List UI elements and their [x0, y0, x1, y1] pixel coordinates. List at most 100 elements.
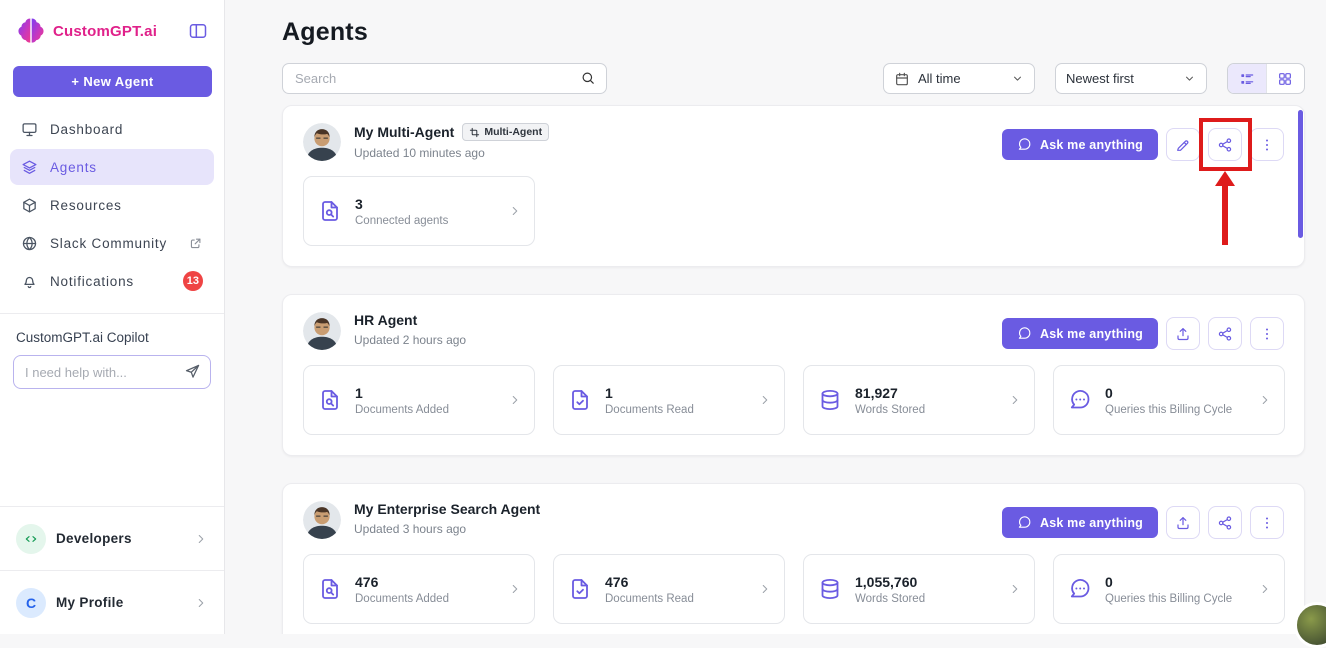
- stat-card[interactable]: 476 Documents Read: [553, 554, 785, 624]
- agent-list: My Multi-Agent Multi-Agent Updated 10 mi…: [282, 105, 1305, 634]
- sidebar-item-resources[interactable]: Resources: [10, 187, 214, 223]
- stat-card[interactable]: 81,927 Words Stored: [803, 365, 1035, 435]
- agent-card-header: My Multi-Agent Multi-Agent Updated 10 mi…: [303, 123, 1284, 161]
- toolbar-filters: All time Newest first: [883, 63, 1305, 94]
- bell-icon: [21, 273, 38, 290]
- agent-stats-row: 476 Documents Added 476 Documents Read 1…: [303, 554, 1285, 624]
- sidebar-nav: Dashboard Agents Resources Slack Communi…: [0, 111, 224, 299]
- ask-me-anything-button[interactable]: Ask me anything: [1001, 129, 1158, 160]
- copilot-title: CustomGPT.ai Copilot: [16, 330, 149, 345]
- chevron-right-icon: [1008, 393, 1022, 407]
- main-content: Agents All time Newest first: [225, 0, 1326, 634]
- agent-updated-text: Updated 2 hours ago: [354, 333, 467, 347]
- sidebar-toggle-icon[interactable]: [188, 21, 208, 41]
- stat-value: 0: [1105, 573, 1113, 590]
- notification-count-badge: 13: [182, 271, 203, 291]
- stat-label: Words Stored: [855, 403, 926, 416]
- edit-button[interactable]: [1166, 128, 1200, 161]
- list-view-icon: [1239, 71, 1255, 87]
- scrollbar-thumb[interactable]: [1298, 110, 1303, 238]
- chevron-right-icon: [194, 596, 208, 610]
- stat-label: Documents Read: [605, 403, 694, 416]
- chevron-right-icon: [194, 532, 208, 546]
- copilot-input[interactable]: [13, 355, 211, 389]
- chat-widget-avatar[interactable]: [1294, 602, 1326, 648]
- copilot-input-wrap: [13, 355, 211, 389]
- chevron-down-icon: [1183, 72, 1196, 85]
- copilot-section: CustomGPT.ai Copilot: [0, 314, 224, 389]
- stat-value: 3: [355, 195, 363, 212]
- share-button[interactable]: [1208, 506, 1242, 539]
- chevron-right-icon: [1008, 582, 1022, 596]
- stat-card[interactable]: 1 Documents Added: [303, 365, 535, 435]
- chevron-down-icon: [1011, 72, 1024, 85]
- customgpt-logo[interactable]: CustomGPT.ai: [16, 16, 157, 46]
- list-view-button[interactable]: [1228, 64, 1266, 93]
- footer-item-label: Developers: [56, 531, 132, 546]
- stat-card[interactable]: 1,055,760 Words Stored: [803, 554, 1035, 624]
- doc-search-icon: [318, 199, 342, 223]
- upload-icon: [1175, 515, 1191, 531]
- sidebar-item-agents[interactable]: Agents: [10, 149, 214, 185]
- ask-me-anything-button[interactable]: Ask me anything: [1001, 318, 1158, 349]
- stat-label: Queries this Billing Cycle: [1105, 592, 1233, 605]
- ask-me-anything-button[interactable]: Ask me anything: [1001, 507, 1158, 538]
- multi-agent-badge: Multi-Agent: [462, 123, 550, 141]
- more-options-button[interactable]: [1250, 317, 1284, 350]
- chevron-right-icon: [758, 393, 772, 407]
- stat-value: 81,927: [855, 384, 898, 401]
- upload-button[interactable]: [1166, 506, 1200, 539]
- upload-icon: [1175, 326, 1191, 342]
- agent-card: HR Agent Updated 2 hours ago Ask me anyt…: [282, 294, 1305, 456]
- grid-view-button[interactable]: [1265, 64, 1305, 93]
- app-root: CustomGPT.ai + New Agent Dashboard Agent…: [0, 0, 1326, 634]
- agent-card: My Enterprise Search Agent Updated 3 hou…: [282, 483, 1305, 634]
- database-icon: [818, 388, 842, 412]
- chevron-right-icon: [508, 393, 522, 407]
- search-input[interactable]: [282, 63, 607, 94]
- stat-card[interactable]: 476 Documents Added: [303, 554, 535, 624]
- doc-search-icon: [318, 577, 342, 601]
- stat-value: 476: [355, 573, 379, 590]
- share-icon: [1217, 326, 1233, 342]
- more-options-button[interactable]: [1250, 506, 1284, 539]
- sidebar-item-developers[interactable]: Developers: [0, 506, 224, 570]
- stat-label: Documents Added: [355, 403, 449, 416]
- share-button[interactable]: [1208, 128, 1242, 161]
- logo-text: CustomGPT.ai: [53, 22, 158, 40]
- send-icon[interactable]: [184, 363, 201, 380]
- sidebar: CustomGPT.ai + New Agent Dashboard Agent…: [0, 0, 225, 634]
- sidebar-item-my-profile[interactable]: C My Profile: [0, 570, 224, 634]
- agent-card: My Multi-Agent Multi-Agent Updated 10 mi…: [282, 105, 1305, 267]
- more-options-button[interactable]: [1250, 128, 1284, 161]
- time-filter-dropdown[interactable]: All time: [883, 63, 1035, 94]
- share-button[interactable]: [1208, 317, 1242, 350]
- brain-logo-icon: [16, 16, 46, 46]
- sidebar-item-dashboard[interactable]: Dashboard: [10, 111, 214, 147]
- sidebar-item-notifications[interactable]: Notifications 13: [10, 263, 214, 299]
- sidebar-item-slack-community[interactable]: Slack Community: [10, 225, 214, 261]
- stat-card[interactable]: 3 Connected agents: [303, 176, 535, 246]
- chat-bubble-icon: [1017, 137, 1032, 152]
- nav-item-label: Notifications: [50, 273, 134, 289]
- profile-avatar: C: [16, 587, 46, 618]
- ask-button-label: Ask me anything: [1039, 326, 1143, 341]
- stat-card[interactable]: 0 Queries this Billing Cycle: [1053, 554, 1285, 624]
- stat-card[interactable]: 1 Documents Read: [553, 365, 785, 435]
- agent-actions: Ask me anything: [1001, 128, 1284, 161]
- agent-actions: Ask me anything: [1001, 506, 1284, 539]
- code-icon-circle: [16, 523, 46, 554]
- agent-stats-row: 1 Documents Added 1 Documents Read 81,92…: [303, 365, 1285, 435]
- agent-updated-text: Updated 3 hours ago: [354, 522, 467, 536]
- time-filter-value: All time: [918, 71, 961, 86]
- dots-icon: [1259, 137, 1275, 153]
- new-agent-button[interactable]: + New Agent: [13, 66, 212, 97]
- stat-card[interactable]: 0 Queries this Billing Cycle: [1053, 365, 1285, 435]
- agent-card-header: My Enterprise Search Agent Updated 3 hou…: [303, 501, 1284, 539]
- sort-dropdown[interactable]: Newest first: [1055, 63, 1207, 94]
- code-icon: [23, 531, 39, 547]
- upload-button[interactable]: [1166, 317, 1200, 350]
- agent-name: HR Agent: [354, 312, 418, 328]
- doc-check-icon: [568, 388, 592, 412]
- grid-view-icon: [1277, 71, 1293, 87]
